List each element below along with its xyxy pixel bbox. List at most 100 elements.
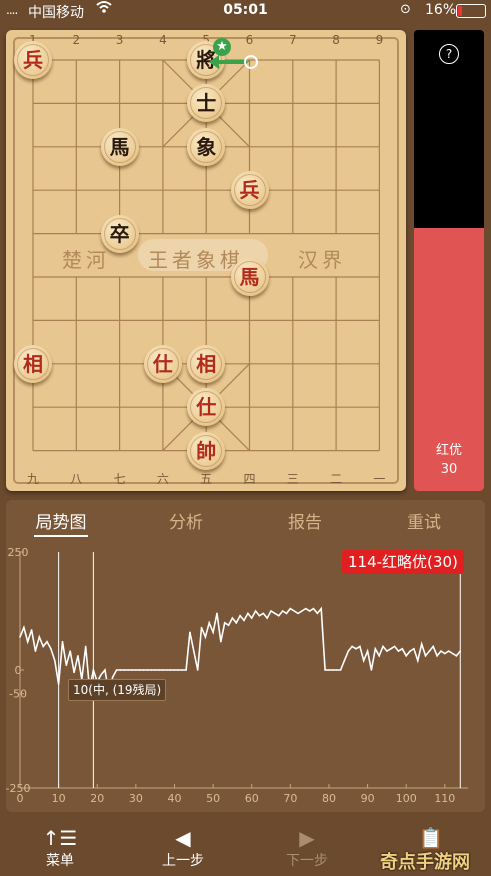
x-tick-label: 30 xyxy=(129,792,143,805)
data-point xyxy=(131,669,133,671)
status-bar: .... 中国移动 05:01 ⊙ 16% xyxy=(0,0,491,22)
data-point xyxy=(397,650,400,652)
data-point xyxy=(339,669,342,671)
x-tick-label: 80 xyxy=(322,792,336,805)
data-point xyxy=(409,650,411,652)
data-point xyxy=(73,671,75,674)
data-point xyxy=(312,607,315,610)
data-point xyxy=(50,647,52,650)
data-point xyxy=(146,669,149,671)
data-point xyxy=(154,669,156,671)
bottom-column-number: 六 xyxy=(156,472,169,486)
data-point xyxy=(162,669,164,671)
data-point xyxy=(57,683,60,685)
data-point xyxy=(77,655,79,657)
data-point xyxy=(200,626,203,629)
x-tick-label: 90 xyxy=(361,792,375,805)
piece-red[interactable]: 帥 xyxy=(187,431,226,470)
bottom-column-number: 二 xyxy=(330,472,343,486)
data-point xyxy=(196,669,199,671)
data-point xyxy=(177,669,180,671)
top-column-number: 4 xyxy=(159,33,167,47)
piece-black[interactable]: 象 xyxy=(187,127,226,166)
data-point xyxy=(92,669,95,671)
piece-black[interactable]: 卒 xyxy=(100,214,139,253)
data-point xyxy=(455,655,458,657)
data-point xyxy=(115,669,118,671)
prev-step-button[interactable]: ◀ 上一步 xyxy=(133,826,233,870)
data-point xyxy=(440,650,442,652)
data-point xyxy=(69,650,72,652)
piece-red[interactable]: 仕 xyxy=(143,344,182,383)
tab-analysis[interactable]: 分析 xyxy=(146,508,226,533)
piece-red[interactable]: 相 xyxy=(14,344,52,383)
data-point xyxy=(297,612,299,615)
eval-label: 红优 xyxy=(435,443,462,458)
next-step-button[interactable]: ▶ 下一步 xyxy=(257,826,357,870)
bottom-column-number: 七 xyxy=(113,472,126,486)
data-point xyxy=(204,636,207,638)
prev-label: 上一步 xyxy=(162,853,204,869)
tab-trend-chart[interactable]: 局势图 xyxy=(21,508,101,533)
data-point xyxy=(328,669,330,671)
piece-red[interactable]: 兵 xyxy=(230,171,269,210)
data-point xyxy=(289,607,292,610)
data-point xyxy=(355,647,357,650)
bottom-column-number: 三 xyxy=(286,472,299,486)
data-point xyxy=(324,669,326,671)
data-point xyxy=(212,631,214,634)
river-right-text: 汉界 xyxy=(298,248,346,272)
data-point xyxy=(84,645,87,648)
help-button[interactable]: ? xyxy=(439,44,459,64)
piece-label: 馬 xyxy=(239,265,260,289)
data-point xyxy=(420,643,423,645)
data-point xyxy=(444,652,446,655)
data-point xyxy=(451,652,454,655)
data-point xyxy=(250,617,253,619)
piece-red[interactable]: 兵 xyxy=(14,41,52,79)
analysis-panel: 局势图 分析 报告 重试 250 0 -50 -250 0 10 20 30 40 50 60 70 8… xyxy=(6,500,485,812)
piece-red[interactable]: 馬 xyxy=(230,258,269,296)
rotation-lock-icon: ⊙ xyxy=(400,2,411,17)
data-point xyxy=(26,640,29,643)
data-point xyxy=(100,673,102,676)
data-point xyxy=(335,669,338,671)
data-point xyxy=(258,614,261,617)
data-point xyxy=(320,607,323,610)
data-point xyxy=(53,659,56,662)
data-point xyxy=(220,640,222,643)
data-point xyxy=(123,669,126,671)
data-point xyxy=(61,640,64,643)
x-tick-label: 110 xyxy=(434,792,455,805)
bottom-column-number: 四 xyxy=(243,472,256,486)
data-point xyxy=(285,612,288,615)
data-point xyxy=(23,626,25,629)
triangle-left-icon: ◀ xyxy=(175,826,191,850)
data-point xyxy=(216,612,218,615)
clock: 05:01 xyxy=(223,2,268,18)
piece-label: 卒 xyxy=(109,221,130,246)
piece-red[interactable]: 相 xyxy=(187,344,226,383)
data-point xyxy=(30,629,33,631)
x-tick-label: 40 xyxy=(167,792,181,805)
river-center-text: 王者象棋 xyxy=(148,248,244,272)
x-tick-label: 50 xyxy=(206,792,220,805)
data-point xyxy=(359,645,361,648)
trend-chart[interactable]: 2500-50-2500 10 20 30 40 50 60 70 80 90 100 110 xyxy=(6,540,485,812)
data-point xyxy=(223,622,226,624)
river-left-text: 楚河 xyxy=(62,248,110,272)
report-button[interactable]: 📋 xyxy=(381,826,481,850)
tab-retry[interactable]: 重试 xyxy=(384,508,464,533)
chess-board[interactable]: 楚河 王者象棋 汉界 123456789 九八七六五四三二一 兵將士馬象兵卒馬相… xyxy=(6,30,406,491)
data-point xyxy=(277,614,280,617)
menu-button[interactable]: ↑☰ 菜单 xyxy=(10,826,110,870)
data-point xyxy=(370,669,373,671)
piece-label: 帥 xyxy=(196,438,217,463)
data-point xyxy=(46,640,48,643)
piece-label: 相 xyxy=(196,351,217,376)
tab-report[interactable]: 报告 xyxy=(265,508,345,533)
piece-black[interactable]: 馬 xyxy=(100,127,139,166)
clipboard-check-icon: 📋 xyxy=(418,826,444,850)
piece-label: 馬 xyxy=(109,134,130,159)
data-point xyxy=(169,669,172,671)
